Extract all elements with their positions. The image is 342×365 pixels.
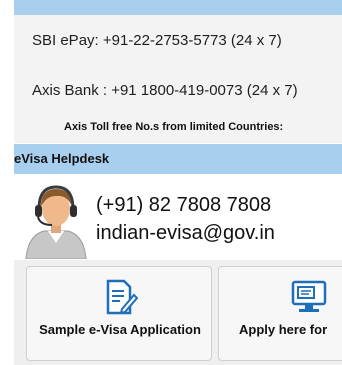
axis-toll-free-heading: Axis Toll free No.s from limited Countri… (64, 121, 284, 133)
apply-here-tile[interactable]: Apply here for (218, 266, 342, 361)
apply-here-label: Apply here for (239, 322, 328, 337)
helpdesk-email[interactable]: indian-evisa@gov.in (96, 222, 275, 245)
computer-screen-icon (291, 280, 327, 312)
sbi-epay-contact: SBI ePay: +91-22-2753-5773 (24 x 7) (32, 32, 282, 49)
document-edit-icon (106, 279, 139, 315)
top-accent-strip (14, 0, 342, 15)
sample-evisa-label: Sample e-Visa Application (39, 322, 201, 337)
helpdesk-phone[interactable]: (+91) 82 7808 7808 (96, 194, 271, 217)
axis-bank-contact: Axis Bank : +91 1800-419-0073 (24 x 7) (32, 82, 298, 99)
support-agent-icon (25, 185, 87, 259)
sample-evisa-tile[interactable]: Sample e-Visa Application (26, 266, 212, 361)
helpdesk-title: eVisa Helpdesk (14, 151, 110, 166)
